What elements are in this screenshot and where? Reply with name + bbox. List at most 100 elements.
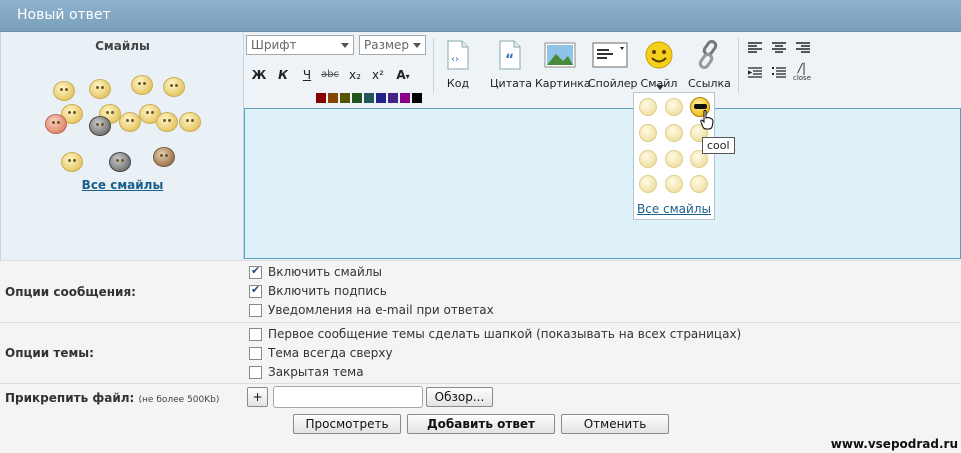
color-swatch[interactable] — [352, 93, 362, 103]
subscript-button[interactable]: x₂ — [345, 66, 365, 84]
add-file-button[interactable]: + — [247, 387, 268, 407]
color-swatch[interactable] — [328, 93, 338, 103]
font-color-button[interactable]: A▾ — [392, 66, 414, 84]
popup-smiley-icon[interactable] — [665, 98, 683, 116]
attach-note: (не более 500Kb) — [138, 395, 220, 405]
size-select-value: Размер — [364, 38, 410, 52]
popup-smiley-icon[interactable] — [665, 124, 683, 142]
close-tags-button[interactable]: /| close — [791, 62, 813, 82]
align-center-icon[interactable] — [772, 42, 786, 54]
quote-button-label: Цитата — [490, 77, 532, 90]
devil-smiley-icon[interactable] — [45, 114, 67, 134]
quote-icon: “ — [499, 40, 521, 70]
quote-button[interactable]: “ Цитата — [490, 40, 532, 90]
browse-button[interactable]: Обзор... — [426, 387, 493, 407]
color-swatch[interactable] — [400, 93, 410, 103]
font-select-value: Шрифт — [251, 38, 297, 52]
italic-button[interactable]: К — [274, 66, 292, 84]
smiley-icon[interactable] — [153, 147, 175, 167]
color-swatch[interactable] — [388, 93, 398, 103]
smiley-icon[interactable] — [163, 77, 185, 97]
form-header: Новый ответ — [0, 0, 961, 32]
color-swatch[interactable] — [316, 93, 326, 103]
smiley-icon[interactable] — [89, 79, 111, 99]
smiley-icon[interactable] — [131, 75, 153, 95]
color-swatch[interactable] — [340, 93, 350, 103]
popup-smiley-icon[interactable] — [639, 150, 657, 168]
color-swatch[interactable] — [412, 93, 422, 103]
chevron-down-icon — [341, 43, 349, 48]
enable-signature-label: Включить подпись — [268, 284, 387, 298]
spoiler-button[interactable]: Спойлер — [588, 40, 638, 90]
code-icon: ‹› — [447, 40, 469, 70]
smiley-icon — [645, 41, 673, 69]
bomb-smiley-icon[interactable] — [89, 116, 111, 136]
divider — [0, 383, 961, 384]
svg-text:‹›: ‹› — [451, 54, 459, 65]
image-button[interactable]: Картинка — [535, 40, 591, 90]
close-tags-icon: /| — [797, 61, 807, 75]
spoiler-icon — [592, 42, 628, 68]
file-input[interactable] — [273, 386, 423, 408]
smiley-button[interactable]: Смайл — [640, 40, 678, 90]
smiley-icon[interactable] — [179, 112, 201, 132]
message-options-label: Опции сообщения: — [5, 285, 136, 299]
bold-button[interactable]: Ж — [250, 66, 268, 84]
underline-button[interactable]: Ч — [298, 66, 316, 84]
toolbar-separator — [433, 38, 434, 93]
message-textarea[interactable] — [244, 108, 961, 259]
closed-topic-label: Закрытая тема — [268, 365, 364, 379]
email-notify-label: Уведомления на e-mail при ответах — [268, 303, 494, 317]
hand-cursor-icon — [700, 110, 714, 130]
smiley-tooltip: cool — [702, 137, 735, 154]
popup-all-smilies-link[interactable]: Все смайлы — [637, 202, 711, 216]
sticky-topic-checkbox[interactable] — [249, 347, 262, 360]
pin-first-post-label: Первое сообщение темы сделать шапкой (по… — [268, 327, 742, 341]
link-button-label: Ссылка — [688, 77, 731, 90]
size-select[interactable]: Размер — [359, 35, 426, 55]
sticky-topic-label: Тема всегда сверху — [268, 346, 393, 360]
smiley-icon[interactable] — [119, 112, 141, 132]
font-select[interactable]: Шрифт — [246, 35, 354, 55]
enable-signature-checkbox[interactable] — [249, 283, 262, 298]
cancel-button[interactable]: Отменить — [561, 414, 669, 434]
smiley-icon[interactable] — [61, 152, 83, 172]
smiley-icon[interactable] — [109, 152, 131, 172]
align-left-icon[interactable] — [748, 42, 762, 54]
pin-first-post-checkbox[interactable] — [249, 328, 262, 341]
image-button-label: Картинка — [535, 77, 591, 90]
color-swatch[interactable] — [376, 93, 386, 103]
svg-text:“: “ — [505, 52, 514, 68]
enable-smilies-checkbox[interactable] — [249, 264, 262, 279]
indent-icon[interactable] — [748, 67, 762, 79]
all-smilies-link[interactable]: Все смайлы — [1, 178, 244, 192]
closed-topic-checkbox[interactable] — [249, 366, 262, 379]
site-watermark: www.vsepodrad.ru — [830, 437, 958, 451]
popup-smiley-icon[interactable] — [665, 175, 683, 193]
popup-smiley-icon[interactable] — [690, 175, 708, 193]
popup-smiley-icon[interactable] — [639, 124, 657, 142]
submit-reply-button[interactable]: Добавить ответ — [407, 414, 555, 434]
superscript-button[interactable]: x² — [368, 66, 388, 84]
attach-file-label: Прикрепить файл: (не более 500Kb) — [5, 391, 219, 405]
color-swatch[interactable] — [364, 93, 374, 103]
email-notify-checkbox[interactable] — [249, 304, 262, 317]
code-button[interactable]: ‹› Код — [440, 40, 476, 90]
image-icon — [544, 42, 576, 68]
align-right-icon[interactable] — [796, 42, 810, 54]
attach-label-text: Прикрепить файл: — [5, 391, 135, 405]
popup-smiley-icon[interactable] — [639, 98, 657, 116]
smiley-icon[interactable] — [53, 81, 75, 101]
divider — [0, 322, 961, 323]
divider — [0, 260, 961, 261]
smiley-icon[interactable] — [156, 112, 178, 132]
link-button[interactable]: Ссылка — [688, 40, 731, 90]
popup-smiley-icon[interactable] — [639, 175, 657, 193]
chevron-down-icon: ▾ — [405, 72, 410, 81]
strikethrough-button[interactable]: abc — [318, 66, 342, 84]
preview-button[interactable]: Просмотреть — [293, 414, 401, 434]
list-icon[interactable] — [772, 67, 786, 79]
chevron-down-icon — [656, 85, 664, 90]
popup-smiley-icon[interactable] — [665, 150, 683, 168]
topic-options-label: Опции темы: — [5, 346, 94, 360]
